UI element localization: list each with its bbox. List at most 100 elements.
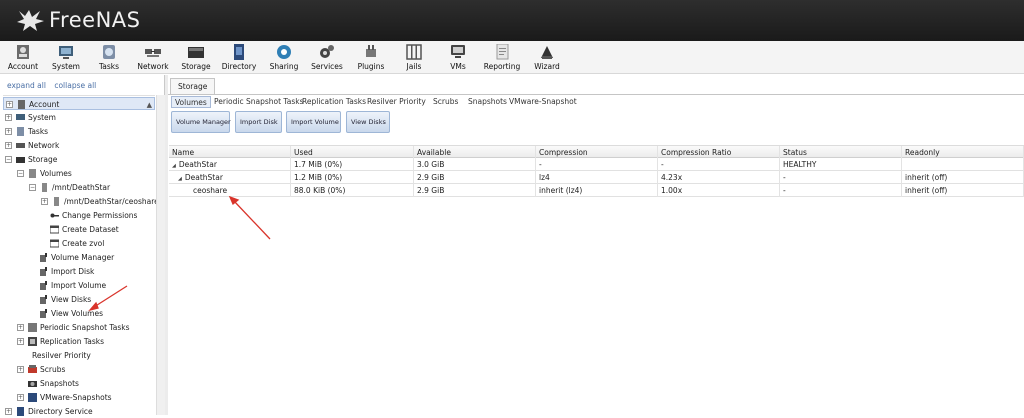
toolbar-directory[interactable]: Directory xyxy=(217,44,261,71)
subtab-vmware-snapshot[interactable]: VMware-Snapshot xyxy=(509,96,577,108)
toolbar-system[interactable]: System xyxy=(44,44,88,71)
tree-item-account[interactable]: + Account ▲ xyxy=(3,97,155,110)
tree-item-directory-service[interactable]: + Directory Service xyxy=(3,405,155,418)
tree-label: VMware-Snapshots xyxy=(40,393,112,402)
tree-label: Replication Tasks xyxy=(40,337,104,346)
cell-compression: inherit (lz4) xyxy=(536,184,658,197)
tree-item-view-volumes[interactable]: View Volumes xyxy=(3,307,155,320)
view-disks-button[interactable]: View Disks xyxy=(346,111,390,133)
toolbar-label: Jails xyxy=(406,62,422,71)
toolbar-account[interactable]: Account xyxy=(1,44,45,71)
import-volume-button[interactable]: Import Volume xyxy=(286,111,341,133)
toolbar-plugins[interactable]: Plugins xyxy=(349,44,393,71)
tree-item-replication-tasks[interactable]: + Replication Tasks xyxy=(3,335,155,348)
expand-all-link[interactable]: expand all xyxy=(7,81,46,90)
vms-icon xyxy=(451,45,465,58)
subtab-periodic-snapshot-tasks[interactable]: Periodic Snapshot Tasks xyxy=(214,96,304,108)
tree-item-view-disks[interactable]: View Disks xyxy=(3,293,155,306)
account-icon xyxy=(18,100,25,109)
tree-label: Snapshots xyxy=(40,379,79,388)
plugins-icon xyxy=(366,45,376,57)
main-toolbar: Account System Tasks Network Storage Dir… xyxy=(0,41,1024,74)
tree-item-mnt-deathstar-ceoshare[interactable]: + /mnt/DeathStar/ceoshare xyxy=(3,195,159,208)
expand-triangle-icon[interactable]: ◢ xyxy=(178,176,182,182)
expand-toggle-icon[interactable]: + xyxy=(5,114,12,121)
toolbar-tasks[interactable]: Tasks xyxy=(87,44,131,71)
tree-item-snapshots[interactable]: Snapshots xyxy=(3,377,155,390)
table-row[interactable]: ceoshare 88.0 KiB (0%) 2.9 GiB inherit (… xyxy=(169,184,1024,197)
tree-label: Scrubs xyxy=(40,365,66,374)
table-header-row: Name Used Available Compression Compress… xyxy=(169,145,1024,159)
expand-toggle-icon[interactable]: + xyxy=(5,408,12,415)
tree-label: Change Permissions xyxy=(62,211,138,220)
toolbar-services[interactable]: Services xyxy=(305,44,349,71)
tasks-icon xyxy=(103,45,115,59)
toolbar-vms[interactable]: VMs xyxy=(436,44,480,71)
tree-item-resilver-priority[interactable]: Resilver Priority xyxy=(3,349,155,362)
expand-toggle-icon[interactable]: + xyxy=(17,338,24,345)
collapse-toggle-icon[interactable]: − xyxy=(17,170,24,177)
expand-toggle-icon[interactable]: + xyxy=(17,366,24,373)
toolbar-network[interactable]: Network xyxy=(131,44,175,71)
tree-item-import-disk[interactable]: Import Disk xyxy=(3,265,155,278)
expand-toggle-icon[interactable]: + xyxy=(17,394,24,401)
import-disk-button[interactable]: Import Disk xyxy=(235,111,282,133)
tree-item-tasks[interactable]: + Tasks xyxy=(3,125,155,138)
toolbar-wizard[interactable]: Wizard xyxy=(525,44,569,71)
toolbar-reporting[interactable]: Reporting xyxy=(480,44,524,71)
tree-item-create-dataset[interactable]: Create Dataset xyxy=(3,223,155,236)
cell-name: ◢ DeathStar xyxy=(169,171,291,184)
toolbar-jails[interactable]: Jails xyxy=(392,44,436,71)
tree-item-create-zvol[interactable]: Create zvol xyxy=(3,237,155,250)
subtab-resilver-priority[interactable]: Resilver Priority xyxy=(367,96,426,108)
expand-toggle-icon[interactable]: + xyxy=(17,324,24,331)
storage-icon xyxy=(16,157,25,163)
view-volumes-icon xyxy=(40,309,47,318)
table-row[interactable]: ◢ DeathStar 1.7 MiB (0%) 3.0 GiB - - HEAL… xyxy=(169,158,1024,171)
tree-item-network[interactable]: + Network xyxy=(3,139,155,152)
table-row[interactable]: ◢ DeathStar 1.2 MiB (0%) 2.9 GiB lz4 4.23… xyxy=(169,171,1024,184)
dataset-icon xyxy=(54,197,59,206)
wizard-icon xyxy=(541,46,553,59)
tree-item-storage[interactable]: − Storage xyxy=(3,153,155,166)
subtab-snapshots[interactable]: Snapshots xyxy=(468,96,507,108)
tree-label: View Volumes xyxy=(51,309,103,318)
tree-item-change-permissions[interactable]: Change Permissions xyxy=(3,209,155,222)
tree-item-volumes[interactable]: − Volumes xyxy=(3,167,155,180)
expand-triangle-icon[interactable]: ◢ xyxy=(172,163,176,169)
dataset-icon xyxy=(42,183,47,192)
tree-label: System xyxy=(28,113,56,122)
tree-item-vmware-snapshots[interactable]: + VMware-Snapshots xyxy=(3,391,155,404)
tree-label: View Disks xyxy=(51,295,92,304)
toolbar-label: Network xyxy=(137,62,169,71)
tree-item-mnt-deathstar[interactable]: − /mnt/DeathStar xyxy=(3,181,155,194)
subtab-scrubs[interactable]: Scrubs xyxy=(433,96,458,108)
collapse-all-link[interactable]: collapse all xyxy=(54,81,96,90)
expand-toggle-icon[interactable]: + xyxy=(5,142,12,149)
tree-item-volume-manager[interactable]: Volume Manager xyxy=(3,251,155,264)
subtab-volumes[interactable]: Volumes xyxy=(171,96,211,108)
expand-toggle-icon[interactable]: + xyxy=(41,198,48,205)
expand-toggle-icon[interactable]: + xyxy=(5,128,12,135)
tree-item-scrubs[interactable]: + Scrubs xyxy=(3,363,155,376)
replication-icon xyxy=(28,337,37,346)
collapse-toggle-icon[interactable]: − xyxy=(5,156,12,163)
toolbar-label: Wizard xyxy=(534,62,560,71)
tree-item-periodic-snapshot-tasks[interactable]: + Periodic Snapshot Tasks xyxy=(3,321,155,334)
tree-item-system[interactable]: + System xyxy=(3,111,155,124)
toolbar-sharing[interactable]: Sharing xyxy=(262,44,306,71)
tree-scrollbar[interactable] xyxy=(156,95,165,415)
cell-status: - xyxy=(780,171,902,184)
tab-storage[interactable]: Storage xyxy=(170,78,216,94)
cell-compression-ratio: 1.00x xyxy=(658,184,780,197)
volume-manager-button[interactable]: Volume Manager xyxy=(171,111,231,133)
cell-used: 88.0 KiB (0%) xyxy=(291,184,414,197)
expand-toggle-icon[interactable]: + xyxy=(6,101,13,108)
toolbar-storage[interactable]: Storage xyxy=(174,44,218,71)
collapse-toggle-icon[interactable]: − xyxy=(29,184,36,191)
cell-compression: lz4 xyxy=(536,171,658,184)
jails-icon xyxy=(406,44,422,60)
directory-icon xyxy=(234,44,244,60)
subtab-replication-tasks[interactable]: Replication Tasks xyxy=(302,96,366,108)
tree-item-import-volume[interactable]: Import Volume xyxy=(3,279,155,292)
